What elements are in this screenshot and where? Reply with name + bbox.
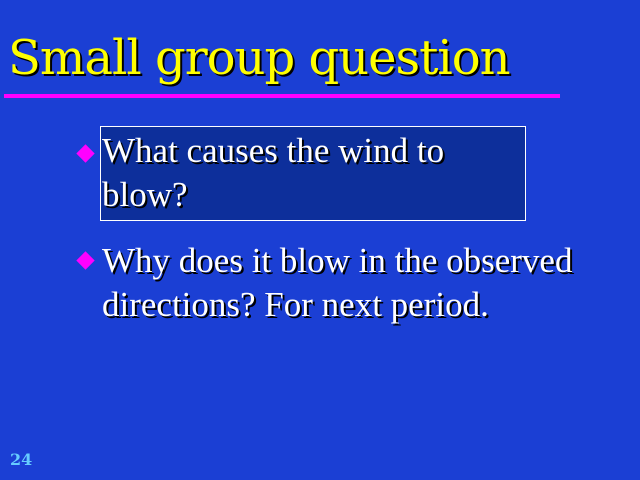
diamond-icon [76,251,95,270]
bullet-item: Why does it blow in the observed directi… [76,236,580,327]
title-underline [4,94,560,98]
page-number: 24 [10,450,33,469]
slide: Small group question What causes the win… [0,0,640,480]
bullet-text: Why does it blow in the observed directi… [102,241,573,324]
diamond-icon [76,144,95,163]
slide-title: Small group question [8,30,511,86]
bullet-item: What causes the wind to blow? [76,126,528,222]
bullet-text: What causes the wind to blow? [102,131,445,214]
